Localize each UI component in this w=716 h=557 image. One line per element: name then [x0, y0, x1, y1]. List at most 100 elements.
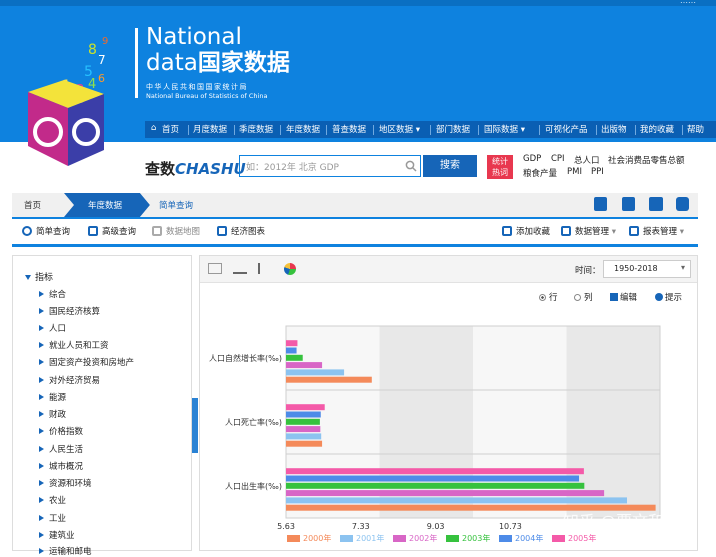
- tree-item[interactable]: 能源: [39, 391, 66, 403]
- legend-swatch: [287, 535, 300, 542]
- legend-item[interactable]: 2005年: [552, 533, 596, 544]
- tree-root[interactable]: 指标: [25, 270, 53, 283]
- tree-item[interactable]: 价格指数: [39, 425, 83, 437]
- top-links[interactable]: ……: [680, 0, 696, 5]
- legend-label: 2004年: [515, 534, 544, 543]
- table-view-icon[interactable]: [208, 263, 222, 274]
- economic-chart-tool[interactable]: 经济图表: [217, 225, 265, 237]
- legend-item[interactable]: 2000年: [287, 533, 331, 544]
- advanced-search-icon: [88, 226, 98, 236]
- bar: [286, 468, 584, 475]
- nav-monthly[interactable]: 月度数据: [193, 123, 227, 135]
- legend-item[interactable]: 2003年: [446, 533, 490, 544]
- horizontal-bar-view-icon[interactable]: [258, 263, 272, 274]
- nav-annual[interactable]: 年度数据: [286, 123, 320, 135]
- tree-item-label: 人民生活: [49, 445, 84, 455]
- bar: [286, 475, 580, 482]
- copy-icon[interactable]: [622, 197, 635, 211]
- hint-button[interactable]: 提示: [655, 291, 682, 303]
- nav-home[interactable]: 首页: [162, 123, 179, 135]
- tree-item[interactable]: 财政: [39, 408, 66, 420]
- hot-word-population[interactable]: 总人口: [574, 154, 600, 166]
- chart-icon: [217, 226, 227, 236]
- nav-regional-label: 地区数据: [379, 125, 414, 135]
- breadcrumb-simple-query[interactable]: 简单查询: [159, 199, 193, 211]
- hint-label: 提示: [665, 293, 683, 303]
- nav-favorites[interactable]: 我的收藏: [640, 123, 674, 135]
- nav-publications[interactable]: 出版物: [601, 123, 627, 135]
- export-icon[interactable]: [594, 197, 607, 211]
- nav-census[interactable]: 普查数据: [332, 123, 366, 135]
- report-manage-tool[interactable]: 报表管理 ▾: [629, 225, 684, 237]
- advanced-query-tool[interactable]: 高级查询: [88, 225, 136, 237]
- search-input[interactable]: 如：2012年 北京 GDP: [239, 155, 421, 177]
- add-favorite-tool[interactable]: 添加收藏: [502, 225, 550, 237]
- bar: [286, 354, 303, 361]
- tree-item[interactable]: 人民生活: [39, 443, 83, 455]
- toolbar-divider: [12, 244, 698, 247]
- tree-item[interactable]: 运输和邮电: [39, 545, 92, 557]
- toolbar: 简单查询 高级查询 数据地图 经济图表 添加收藏 数据管理 ▾ 报表管理 ▾: [12, 222, 698, 242]
- tree-item[interactable]: 国民经济核算: [39, 305, 100, 317]
- orientation-column-label: 列: [584, 293, 593, 303]
- edit-icon: [610, 293, 618, 301]
- time-range-select[interactable]: 1950-2018 ▾: [603, 260, 691, 278]
- legend-label: 2005年: [568, 534, 597, 543]
- legend-label: 2002年: [409, 534, 438, 543]
- tree-item[interactable]: 就业人员和工资: [39, 339, 109, 351]
- hot-words-badge: 统计 热词: [487, 155, 513, 179]
- brand-data-en: data: [146, 50, 198, 76]
- caret-right-icon: [39, 480, 44, 486]
- pie-chart-view-icon[interactable]: [284, 263, 296, 275]
- print-icon[interactable]: [649, 197, 663, 211]
- tree-item[interactable]: 固定资产投资和房地产: [39, 356, 134, 368]
- orientation-row-label: 行: [549, 293, 558, 303]
- data-manage-tool[interactable]: 数据管理 ▾: [561, 225, 616, 237]
- tree-item-label: 农业: [49, 496, 67, 506]
- brand-org-cn: 中华人民共和国国家统计局: [146, 83, 248, 91]
- tree-item[interactable]: 城市概况: [39, 460, 83, 472]
- data-map-tool[interactable]: 数据地图: [152, 225, 200, 237]
- chevron-down-icon: ▾: [520, 125, 525, 135]
- hot-word-ppi[interactable]: PPI: [591, 167, 604, 177]
- tree-item[interactable]: 人口: [39, 322, 66, 334]
- breadcrumb-home[interactable]: 首页: [24, 199, 41, 211]
- share-icon[interactable]: [676, 197, 689, 211]
- tree-item[interactable]: 对外经济贸易: [39, 374, 100, 386]
- nav-international[interactable]: 国际数据 ▾: [484, 123, 525, 135]
- caret-right-icon: [39, 377, 44, 383]
- hot-word-gdp[interactable]: GDP: [523, 154, 541, 164]
- nav-quarterly[interactable]: 季度数据: [239, 123, 273, 135]
- hot-word-grain[interactable]: 粮食产量: [523, 167, 557, 179]
- tree-item[interactable]: 建筑业: [39, 529, 75, 541]
- legend-item[interactable]: 2004年: [499, 533, 543, 544]
- legend-item[interactable]: 2002年: [393, 533, 437, 544]
- tree-item[interactable]: 农业: [39, 494, 66, 506]
- orientation-row[interactable]: 行: [539, 291, 558, 303]
- nav-visual[interactable]: 可视化产品: [545, 123, 588, 135]
- search-icon[interactable]: [405, 160, 417, 172]
- search-icon: [22, 226, 32, 236]
- simple-query-tool[interactable]: 简单查询: [22, 225, 70, 237]
- bar: [286, 376, 372, 383]
- breadcrumb-annual[interactable]: 年度数据: [88, 199, 122, 211]
- tree-item[interactable]: 综合: [39, 288, 66, 300]
- legend-item[interactable]: 2001年: [340, 533, 384, 544]
- edit-label: 编辑: [620, 293, 638, 303]
- nav-help[interactable]: 帮助: [687, 123, 704, 135]
- category-label: 人口出生率(‰): [225, 481, 282, 491]
- tree-item[interactable]: 资源和环境: [39, 477, 92, 489]
- home-icon[interactable]: ⌂: [151, 123, 156, 133]
- hot-word-cpi[interactable]: CPI: [551, 154, 565, 164]
- hot-word-retail[interactable]: 社会消费品零售总额: [608, 154, 685, 166]
- search-button[interactable]: 搜索: [423, 155, 477, 177]
- nav-departmental[interactable]: 部门数据: [436, 123, 470, 135]
- tree-item[interactable]: 工业: [39, 512, 66, 524]
- chevron-down-icon: ▾: [415, 125, 420, 135]
- bar-chart-view-icon[interactable]: [233, 263, 247, 274]
- hot-word-pmi[interactable]: PMI: [567, 167, 582, 177]
- sidebar-collapse-handle[interactable]: [192, 398, 198, 453]
- edit-button[interactable]: 编辑: [610, 291, 637, 303]
- nav-regional[interactable]: 地区数据 ▾: [379, 123, 420, 135]
- orientation-column[interactable]: 列: [574, 291, 593, 303]
